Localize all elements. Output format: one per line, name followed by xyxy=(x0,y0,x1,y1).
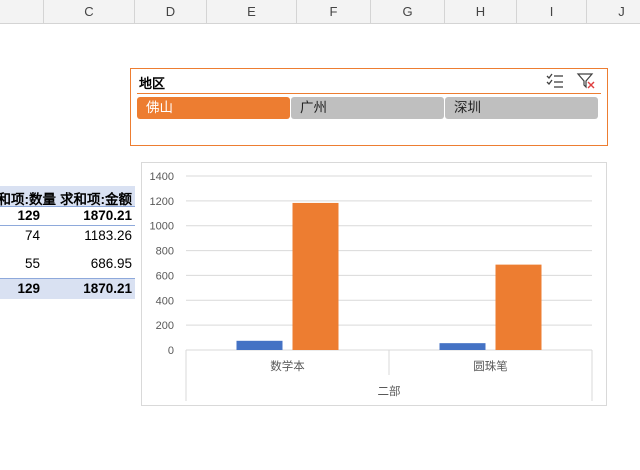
slicer-item-guangzhou[interactable]: 广州 xyxy=(291,97,444,119)
category-label: 圆珠笔 xyxy=(473,359,508,373)
column-header-g[interactable]: G xyxy=(371,0,445,24)
column-header-bar: C D E F G H I J xyxy=(0,0,640,24)
y-tick-label: 1000 xyxy=(150,221,174,233)
pivot-row-2-quantity[interactable]: 55 xyxy=(0,256,40,271)
column-header-c[interactable]: C xyxy=(44,0,135,24)
y-tick-label: 600 xyxy=(156,270,174,282)
slicer-title: 地区 xyxy=(139,77,166,92)
pivot-group-amount[interactable]: 1870.21 xyxy=(50,208,132,223)
slicer-item-shenzhen[interactable]: 深圳 xyxy=(445,97,598,119)
pivot-total-quantity[interactable]: 129 xyxy=(0,281,40,296)
pivot-total-amount[interactable]: 1870.21 xyxy=(50,281,132,296)
column-header-i[interactable]: I xyxy=(517,0,587,24)
column-header-e[interactable]: E xyxy=(207,0,297,24)
slicer-item-foshan[interactable]: 佛山 xyxy=(137,97,290,119)
pivot-group-quantity[interactable]: 129 xyxy=(0,208,40,223)
column-header-d[interactable]: D xyxy=(135,0,207,24)
pivot-row-1-quantity[interactable]: 74 xyxy=(0,228,40,243)
column-header-f[interactable]: F xyxy=(297,0,371,24)
y-tick-label: 400 xyxy=(156,295,174,307)
pivot-chart[interactable]: 0 200 400 600 800 1000 1200 1400 数学本 圆珠笔二部 xyxy=(141,162,607,406)
pivot-header-quantity[interactable]: 求和项:数量 xyxy=(0,188,64,208)
y-tick-label: 0 xyxy=(168,345,174,357)
bar-series-1-cat-1 xyxy=(236,340,283,350)
y-tick-label: 200 xyxy=(156,320,174,332)
column-header-b-partial[interactable] xyxy=(0,0,44,24)
category-label: 数学本 xyxy=(270,359,305,373)
y-tick-label: 800 xyxy=(156,246,174,258)
y-tick-label: 1400 xyxy=(150,171,174,183)
region-slicer[interactable]: 地区 佛山 广州 深圳 xyxy=(130,68,608,146)
slicer-divider xyxy=(137,93,601,94)
clear-filter-icon[interactable] xyxy=(576,72,596,90)
multi-select-icon[interactable] xyxy=(545,72,565,90)
bar-series-2-cat-1 xyxy=(292,202,339,350)
column-header-j[interactable]: J xyxy=(587,0,640,24)
pivot-row-2-amount[interactable]: 686.95 xyxy=(50,256,132,271)
pivot-group-rule xyxy=(0,225,135,226)
y-tick-label: 1200 xyxy=(150,196,174,208)
spreadsheet: C D E F G H I J 求和项:数量 求和项:金额 129 1870.2… xyxy=(0,0,640,470)
pivot-row-1-amount[interactable]: 1183.26 xyxy=(50,228,132,243)
pivot-header-amount[interactable]: 求和项:金额 xyxy=(60,188,140,208)
bar-series-1-cat-2 xyxy=(439,343,486,350)
group-label: 二部 xyxy=(378,384,401,398)
chart-canvas: 0 200 400 600 800 1000 1200 1400 数学本 圆珠笔二部 xyxy=(150,171,593,401)
column-header-h[interactable]: H xyxy=(445,0,517,24)
bar-series-2-cat-2 xyxy=(495,264,542,350)
